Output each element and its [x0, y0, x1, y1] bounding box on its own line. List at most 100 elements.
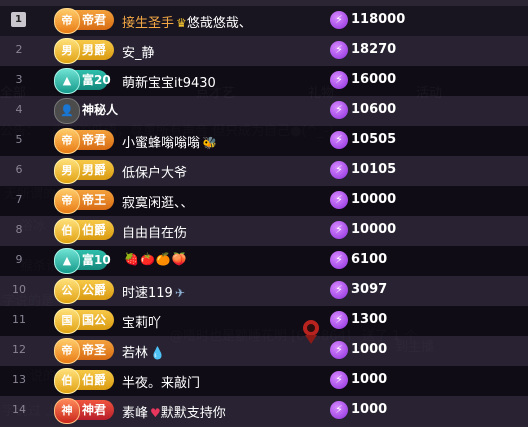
rank-emblem-icon: 公: [54, 278, 80, 304]
rank-emblem-icon: 伯: [54, 368, 80, 394]
rank-emblem-icon: 男: [54, 38, 80, 64]
rank-title-label: 帝王: [82, 193, 107, 207]
ranking-row[interactable]: 13 伯伯爵 半夜。来敲门 ⚡ 1000: [0, 366, 528, 396]
rank-title-badge: 伯伯爵: [54, 218, 114, 244]
username[interactable]: 小蜜蜂嗡嗡嗡 🐝: [122, 132, 217, 151]
rank-number: 4: [15, 103, 23, 116]
ranking-row[interactable]: 10 公公爵 时速119 ✈ ⚡ 3097: [0, 276, 528, 306]
username[interactable]: 若林 💧: [122, 342, 165, 361]
username[interactable]: 寂寞闲逛、、: [122, 192, 194, 211]
contribution-score: 3097: [351, 282, 388, 297]
lightning-icon: ⚡: [330, 371, 348, 389]
ranking-row[interactable]: 3 ▲ 富20 萌新宝宝it9430 ⚡ 16000: [0, 66, 528, 96]
rank-number: 11: [12, 313, 26, 326]
username-text: 寂寞闲逛、、: [122, 196, 194, 211]
rank-title-badge: 男男爵: [54, 38, 114, 64]
ranking-row[interactable]: 1 帝帝君 接生圣手 ♛悠哉悠哉、 ⚡ 118000: [0, 6, 528, 36]
contribution-score: 10000: [351, 222, 397, 237]
username[interactable]: 自由自在伤: [122, 222, 187, 241]
heart-icon: ♥: [150, 406, 161, 420]
contribution-score: 10000: [351, 192, 397, 207]
username[interactable]: 宝莉吖: [122, 312, 161, 331]
rank-title-badge: 伯伯爵: [54, 368, 114, 394]
ranking-row[interactable]: 14 神神君 素峰 ♥默默支持你 ⚡ 1000: [0, 396, 528, 426]
lightning-icon: ⚡: [330, 101, 348, 119]
username[interactable]: 半夜。来敲门: [122, 372, 200, 391]
rank-title-badge: 👤 神秘人: [54, 98, 118, 124]
username-suffix: 默默支持你: [160, 406, 226, 421]
rank-title-badge: 神神君: [54, 398, 114, 424]
crown-icon: ♛: [176, 16, 187, 30]
rank-number: 13: [12, 373, 26, 386]
ranking-row[interactable]: 6 男男爵 低保户大爷 ⚡ 10105: [0, 156, 528, 186]
plane-icon: ✈: [174, 286, 185, 300]
bee-icon: 🐝: [202, 136, 217, 150]
lightning-icon: ⚡: [330, 311, 348, 329]
username[interactable]: 接生圣手 ♛悠哉悠哉、: [122, 12, 252, 31]
rank-title-label: 帝君: [82, 133, 107, 147]
username-text: 安_静: [122, 46, 155, 61]
lightning-icon: ⚡: [330, 161, 348, 179]
username[interactable]: 萌新宝宝it9430: [122, 72, 216, 91]
contribution-score: 1000: [351, 402, 388, 417]
rank-number: 10: [12, 283, 26, 296]
rank-title-badge: ▲ 富20: [54, 68, 111, 94]
rank-title-label: 帝圣: [82, 343, 107, 357]
contribution-score: 1000: [351, 342, 388, 357]
rank-title-badge: 公公爵: [54, 278, 114, 304]
ranking-row[interactable]: 7 帝帝王 寂寞闲逛、、 ⚡ 10000: [0, 186, 528, 216]
contribution-score: 18270: [351, 42, 397, 57]
rank-title-label: 富10: [82, 253, 111, 267]
ranking-row[interactable]: 2 男男爵 安_静 ⚡ 18270: [0, 36, 528, 66]
rank-emblem-icon: 帝: [54, 338, 80, 364]
rank-title-label: 国公: [82, 313, 107, 327]
rank-title-label: 帝君: [82, 13, 107, 27]
ranking-row[interactable]: 9 ▲ 富10 🍓🍅🍊🍑 ⚡ 6100: [0, 246, 528, 276]
contribution-score: 16000: [351, 72, 397, 87]
rank-title-badge: 帝帝圣: [54, 338, 114, 364]
rank-number: 5: [15, 133, 23, 146]
rank-number: 2: [15, 43, 23, 56]
ranking-row[interactable]: 11 国国公 宝莉吖 ⚡ 1300: [0, 306, 528, 336]
username[interactable]: 🍓🍅🍊🍑: [122, 252, 188, 267]
contribution-score: 1300: [351, 312, 388, 327]
lightning-icon: ⚡: [330, 341, 348, 359]
username[interactable]: 安_静: [122, 42, 155, 61]
rank-title-label: 公爵: [82, 283, 107, 297]
username-text: 素峰: [122, 406, 149, 421]
avatar-icon: [303, 320, 319, 344]
ranking-row[interactable]: 5 帝帝君 小蜜蜂嗡嗡嗡 🐝 ⚡ 10505: [0, 126, 528, 156]
rank-number: 12: [12, 343, 26, 356]
username[interactable]: 低保户大爷: [122, 162, 187, 181]
rank-title-badge: 帝帝王: [54, 188, 114, 214]
ranking-row[interactable]: 12 帝帝圣 若林 💧 ⚡ 1000: [0, 336, 528, 366]
rank-title-label: 男爵: [82, 43, 107, 57]
ranking-row[interactable]: 8 伯伯爵 自由自在伤 ⚡ 10000: [0, 216, 528, 246]
rank-title-label: 富20: [82, 73, 111, 87]
username-text: 时速119: [122, 286, 173, 301]
rank-number: 3: [15, 73, 23, 86]
contribution-score: 10600: [351, 102, 397, 117]
username[interactable]: 时速119 ✈: [122, 282, 185, 301]
lightning-icon: ⚡: [330, 281, 348, 299]
rank-emblem-icon: 伯: [54, 218, 80, 244]
username-text: 萌新宝宝it9430: [122, 76, 216, 91]
drop-icon: 💧: [150, 346, 165, 360]
rank-number: 7: [15, 193, 23, 206]
rank-emblem-icon: 帝: [54, 8, 80, 34]
rank-title-label: 伯爵: [82, 373, 107, 387]
username-text: 半夜。来敲门: [122, 376, 201, 391]
lightning-icon: ⚡: [330, 191, 348, 209]
username[interactable]: 素峰 ♥默默支持你: [122, 402, 226, 421]
fruit-icon: 🍓🍅🍊🍑: [124, 252, 188, 266]
rank-emblem-icon: ▲: [54, 68, 80, 94]
rank-number: 1: [11, 12, 26, 27]
rank-emblem-icon: 神: [54, 398, 80, 424]
lightning-icon: ⚡: [330, 41, 348, 59]
username-text: 若林: [122, 346, 149, 361]
rank-title-label: 伯爵: [82, 223, 107, 237]
ranking-row[interactable]: 4 👤 神秘人 ⚡ 10600: [0, 96, 528, 126]
rank-number: 6: [15, 163, 23, 176]
username-suffix: 悠哉悠哉、: [186, 16, 252, 31]
lightning-icon: ⚡: [330, 251, 348, 269]
